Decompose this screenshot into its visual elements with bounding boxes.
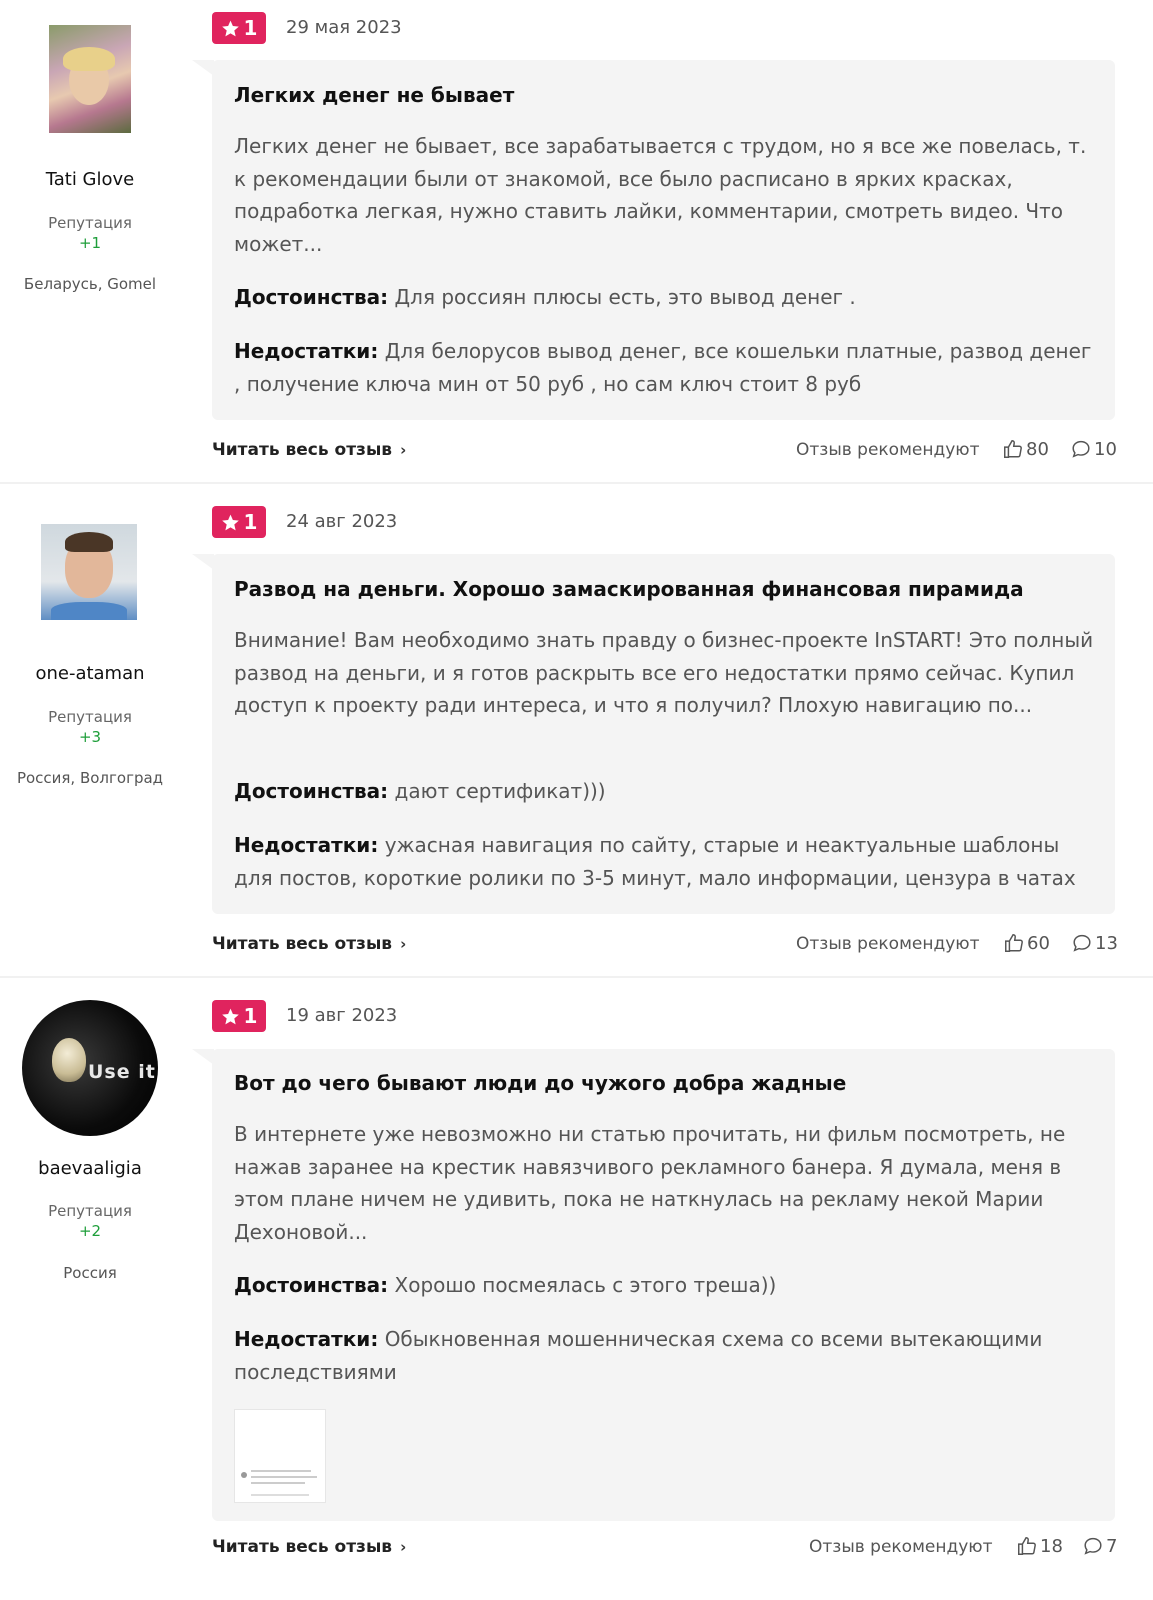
review-content[interactable]: Развод на деньги. Хорошо замаскированная…	[212, 554, 1115, 914]
pros-label: Достоинства:	[234, 779, 389, 803]
review-title[interactable]: Развод на деньги. Хорошо замаскированная…	[234, 577, 1024, 601]
cons-label: Недостатки:	[234, 1327, 379, 1351]
author-location: Россия, Волгоград	[16, 769, 164, 787]
comments-count: 13	[1095, 932, 1118, 954]
author-name[interactable]: Tati Glove	[0, 169, 180, 190]
divider	[0, 976, 1153, 978]
recommend-label: Отзыв рекомендуют	[796, 440, 980, 460]
pros-text: Для россиян плюсы есть, это вывод денег …	[394, 285, 856, 309]
comment-icon	[1073, 934, 1091, 952]
pros-label: Достоинства:	[234, 1273, 389, 1297]
rating-badge: 1	[212, 12, 266, 44]
like-button[interactable]: 18	[1016, 1535, 1063, 1557]
review-pros: Достоинства: Хорошо посмеялась с этого т…	[234, 1269, 1104, 1302]
avatar[interactable]	[49, 25, 131, 133]
comment-icon	[1072, 440, 1090, 458]
avatar[interactable]	[41, 524, 137, 620]
author-name[interactable]: one-ataman	[0, 663, 180, 684]
avatar[interactable]: Use it	[22, 1000, 158, 1136]
like-button[interactable]: 80	[1002, 438, 1049, 460]
chevron-right-icon: ›	[400, 935, 407, 953]
review-card: one-ataman Репутация +3 Россия, Волгогра…	[0, 494, 1153, 976]
rating-badge: 1	[212, 506, 266, 538]
review-footer: Читать весь отзыв › Отзыв рекомендуют 60…	[212, 932, 1118, 964]
recommend-label: Отзыв рекомендуют	[809, 1537, 993, 1557]
star-icon	[221, 20, 239, 36]
review-cons: Недостатки: Для белорусов вывод денег, в…	[234, 335, 1104, 400]
comments-button[interactable]: 10	[1070, 438, 1117, 460]
card-pointer	[192, 60, 214, 76]
read-more-label: Читать весь отзыв	[212, 1537, 393, 1557]
review-cons: Недостатки: Обыкновенная мошенническая с…	[234, 1323, 1104, 1388]
read-more-label: Читать весь отзыв	[212, 934, 393, 954]
rating-badge: 1	[212, 1000, 266, 1032]
reputation-label: Репутация	[48, 214, 132, 232]
divider	[0, 482, 1153, 484]
read-more-link[interactable]: Читать весь отзыв ›	[212, 934, 406, 954]
chevron-right-icon: ›	[400, 441, 407, 459]
pros-text: дают сертификат)))	[394, 779, 606, 803]
review-footer: Читать весь отзыв › Отзыв рекомендуют 80…	[212, 438, 1117, 470]
review-body: Внимание! Вам необходимо знать правду о …	[234, 628, 1094, 717]
star-icon	[221, 1008, 239, 1024]
review-pros: Достоинства: Для россиян плюсы есть, это…	[234, 281, 1104, 314]
review-date: 29 мая 2023	[286, 17, 402, 38]
comments-button[interactable]: 7	[1082, 1535, 1117, 1557]
chevron-right-icon: ›	[400, 1538, 407, 1556]
review-body: Легких денег не бывает, все зарабатывает…	[234, 134, 1087, 256]
review-pros: Достоинства: дают сертификат)))	[234, 775, 1104, 808]
thumbs-up-icon	[1004, 440, 1022, 458]
review-date: 19 авг 2023	[286, 1005, 398, 1026]
thumbs-up-icon	[1018, 1537, 1036, 1555]
brain-icon	[52, 1038, 86, 1082]
comments-count: 10	[1094, 438, 1117, 460]
read-more-link[interactable]: Читать весь отзыв ›	[212, 1537, 406, 1557]
review-content[interactable]: Легких денег не бывает Легких денег не б…	[212, 60, 1115, 420]
author-location: Беларусь, Gomel	[23, 275, 157, 293]
card-pointer	[192, 1049, 214, 1065]
reputation-value: +3	[78, 728, 102, 746]
review-footer: Читать весь отзыв › Отзыв рекомендуют 18…	[212, 1535, 1117, 1567]
avatar-caption: Use it	[88, 1061, 156, 1083]
like-button[interactable]: 60	[1003, 932, 1050, 954]
comments-button[interactable]: 13	[1071, 932, 1118, 954]
reputation-label: Репутация	[48, 1202, 132, 1220]
reputation-value: +2	[78, 1222, 102, 1240]
author-location: Россия	[63, 1264, 117, 1282]
review-card: Use it baevaaligia Репутация +2 Россия 1…	[0, 988, 1153, 1600]
review-card: Tati Glove Репутация +1 Беларусь, Gomel …	[0, 0, 1153, 482]
recommend-label: Отзыв рекомендуют	[796, 934, 980, 954]
cons-label: Недостатки:	[234, 339, 379, 363]
cons-label: Недостатки:	[234, 833, 379, 857]
review-body: В интернете уже невозможно ни статью про…	[234, 1122, 1066, 1244]
review-cons: Недостатки: ужасная навигация по сайту, …	[234, 829, 1104, 894]
thumbs-up-icon	[1005, 934, 1023, 952]
pros-label: Достоинства:	[234, 285, 389, 309]
read-more-label: Читать весь отзыв	[212, 440, 393, 460]
reputation-value: +1	[78, 234, 102, 252]
likes-count: 80	[1026, 438, 1049, 460]
pros-text: Хорошо посмеялась с этого треша))	[394, 1273, 777, 1297]
author-name[interactable]: baevaaligia	[0, 1158, 180, 1179]
attached-screenshot-thumbnail[interactable]	[234, 1409, 326, 1503]
review-title[interactable]: Легких денег не бывает	[234, 83, 514, 107]
review-content[interactable]: Вот до чего бывают люди до чужого добра …	[212, 1049, 1115, 1521]
star-icon	[221, 514, 239, 530]
rating-value: 1	[243, 16, 258, 40]
rating-value: 1	[243, 510, 258, 534]
read-more-link[interactable]: Читать весь отзыв ›	[212, 440, 406, 460]
likes-count: 60	[1027, 932, 1050, 954]
review-date: 24 авг 2023	[286, 511, 398, 532]
card-pointer	[192, 554, 214, 570]
reputation-label: Репутация	[48, 708, 132, 726]
comment-icon	[1084, 1537, 1102, 1555]
likes-count: 18	[1040, 1535, 1063, 1557]
rating-value: 1	[243, 1004, 258, 1028]
comments-count: 7	[1106, 1535, 1118, 1557]
review-title[interactable]: Вот до чего бывают люди до чужого добра …	[234, 1071, 846, 1095]
